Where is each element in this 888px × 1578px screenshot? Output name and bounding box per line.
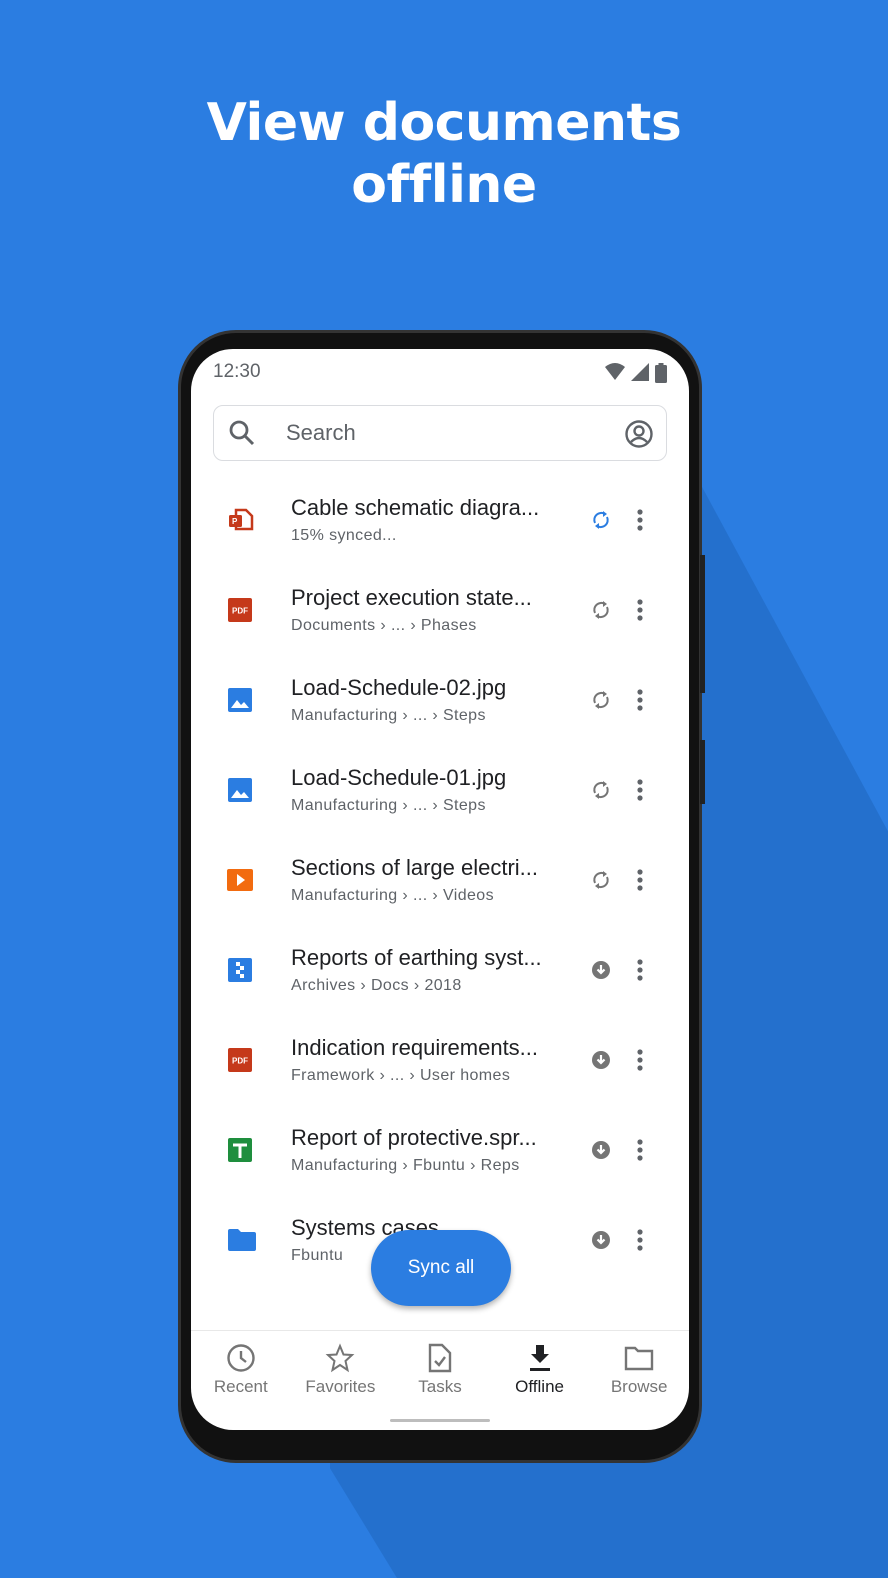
file-title: Project execution state... [291, 585, 532, 610]
nav-label: Offline [515, 1377, 564, 1396]
downloaded-icon[interactable] [590, 1139, 612, 1166]
power-button [700, 740, 705, 804]
nav-recent[interactable]: Recent [191, 1331, 291, 1430]
file-subtitle: Fbuntu [291, 1247, 344, 1264]
file-row[interactable]: Report of protective.spr... Manufacturin… [191, 1115, 689, 1205]
file-row[interactable]: P Cable schematic diagra... 15% synced..… [191, 485, 689, 575]
file-subtitle: Archives › Docs › 2018 [291, 977, 462, 994]
nav-label: Recent [213, 1377, 268, 1396]
file-subtitle: Manufacturing › Fbuntu › Reps [291, 1157, 520, 1174]
nav-browse[interactable]: Browse [589, 1331, 689, 1430]
file-title: Load-Schedule-01.jpg [291, 765, 507, 790]
more-options-icon[interactable] [627, 1227, 653, 1258]
search-bar[interactable]: Search [213, 405, 667, 461]
sync-all-button[interactable]: Sync all [371, 1230, 511, 1306]
more-options-icon[interactable] [627, 867, 653, 898]
file-row[interactable]: PDF Project execution state... Documents… [191, 575, 689, 665]
clock-icon [191, 1343, 291, 1373]
file-row[interactable]: Reports of earthing syst... Archives › D… [191, 935, 689, 1025]
sync-icon[interactable] [590, 869, 612, 896]
nav-tasks[interactable]: Tasks [390, 1331, 490, 1430]
downloaded-icon[interactable] [590, 1049, 612, 1076]
file-subtitle: Manufacturing › ... › Videos [291, 887, 494, 904]
gesture-handle [390, 1419, 490, 1422]
star-icon [291, 1343, 391, 1373]
sheet-file-icon [227, 1137, 253, 1163]
headline-line: offline [351, 155, 537, 215]
file-subtitle: Manufacturing › ... › Steps [291, 707, 486, 724]
battery-icon [655, 363, 667, 383]
file-subtitle: Documents › ... › Phases [291, 617, 477, 634]
more-options-icon[interactable] [627, 687, 653, 718]
search-icon [229, 420, 255, 446]
nav-label: Tasks [418, 1377, 462, 1396]
file-title: Report of protective.spr... [291, 1125, 537, 1150]
wifi-icon [605, 363, 625, 380]
bottom-nav: Recent Favorites Tasks Offline Browse [191, 1330, 689, 1430]
file-subtitle: Framework › ... › User homes [291, 1067, 511, 1084]
pdf-file-icon: PDF [227, 1047, 253, 1073]
download-icon [490, 1343, 590, 1373]
more-options-icon[interactable] [627, 957, 653, 988]
file-row[interactable]: PDF Indication requirements... Framework… [191, 1025, 689, 1115]
nav-offline[interactable]: Offline [490, 1331, 590, 1430]
file-subtitle: Manufacturing › ... › Steps [291, 797, 486, 814]
file-title: Sections of large electri... [291, 855, 539, 880]
task-icon [390, 1343, 490, 1373]
video-file-icon [227, 867, 253, 893]
image-file-icon [227, 777, 253, 803]
more-options-icon[interactable] [627, 507, 653, 538]
svg-text:PDF: PDF [232, 607, 248, 616]
signal-icon [631, 363, 649, 381]
volume-button [700, 555, 705, 693]
file-title: Load-Schedule-02.jpg [291, 675, 507, 700]
image-file-icon [227, 687, 253, 713]
sync-icon[interactable] [590, 599, 612, 626]
status-bar: 12:30 [213, 361, 667, 385]
more-options-icon[interactable] [627, 1047, 653, 1078]
file-title: Indication requirements... [291, 1035, 539, 1060]
file-title: Cable schematic diagra... [291, 495, 540, 520]
pdf-file-icon: PDF [227, 597, 253, 623]
archive-file-icon [227, 957, 253, 983]
sync-icon[interactable] [590, 689, 612, 716]
more-options-icon[interactable] [627, 777, 653, 808]
phone-screen: 12:30 Search P Cable schematic diagra...… [191, 349, 689, 1430]
folder-icon [589, 1343, 689, 1373]
file-row[interactable]: Load-Schedule-02.jpg Manufacturing › ...… [191, 665, 689, 755]
svg-text:PDF: PDF [232, 1057, 248, 1066]
nav-label: Favorites [305, 1377, 376, 1396]
folder-file-icon [227, 1227, 256, 1253]
account-icon[interactable] [624, 419, 654, 449]
file-row[interactable]: Sections of large electri... Manufacturi… [191, 845, 689, 935]
sync-icon[interactable] [590, 509, 612, 536]
slides-file-icon: P [227, 507, 254, 533]
nav-favorites[interactable]: Favorites [291, 1331, 391, 1430]
file-row[interactable]: Load-Schedule-01.jpg Manufacturing › ...… [191, 755, 689, 845]
svg-text:P: P [232, 517, 238, 526]
search-input[interactable]: Search [286, 420, 356, 446]
nav-label: Browse [610, 1377, 668, 1396]
headline: View documents offline [0, 92, 888, 216]
downloaded-icon[interactable] [590, 1229, 612, 1256]
downloaded-icon[interactable] [590, 959, 612, 986]
more-options-icon[interactable] [627, 597, 653, 628]
more-options-icon[interactable] [627, 1137, 653, 1168]
file-subtitle: 15% synced... [291, 527, 397, 544]
headline-line: View documents [206, 93, 682, 153]
file-title: Reports of earthing syst... [291, 945, 542, 970]
status-time: 12:30 [213, 361, 261, 382]
sync-icon[interactable] [590, 779, 612, 806]
